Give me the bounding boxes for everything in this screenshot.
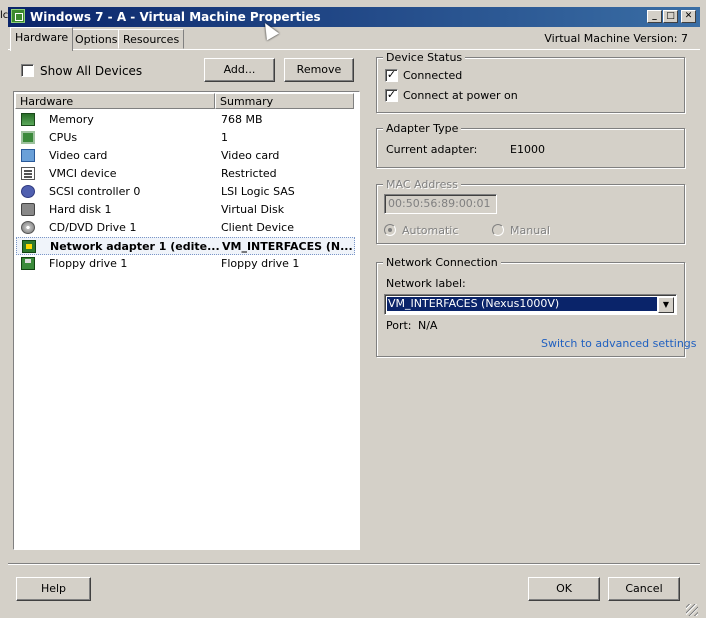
port-label: Port: [386, 319, 412, 332]
row-name: Memory [49, 113, 94, 126]
monitor-icon [21, 149, 35, 162]
current-adapter-label: Current adapter: [386, 143, 478, 156]
switch-to-advanced-settings-link[interactable]: Switch to advanced settings [541, 337, 697, 350]
row-summary: 768 MB [221, 113, 263, 126]
row-summary: Floppy drive 1 [221, 257, 300, 270]
maximize-button[interactable]: □ [663, 10, 678, 23]
connected-label: Connected [403, 69, 463, 82]
row-summary: Client Device [221, 221, 294, 234]
hardware-list[interactable]: Hardware Summary Memory 768 MB CPUs 1 Vi… [13, 91, 360, 550]
row-summary: Video card [221, 149, 280, 162]
row-name: Video card [49, 149, 108, 162]
column-header-summary[interactable]: Summary [215, 93, 354, 109]
row-summary: 1 [221, 131, 228, 144]
add-device-button[interactable]: Add... [204, 58, 275, 82]
cpu-icon [21, 131, 35, 144]
row-name: Hard disk 1 [49, 203, 112, 216]
tab-options[interactable]: Options [70, 29, 123, 49]
vmci-icon [21, 167, 35, 180]
column-header-hardware[interactable]: Hardware [15, 93, 215, 109]
connect-at-power-on-label: Connect at power on [403, 89, 518, 102]
port-value: N/A [418, 319, 438, 332]
hardware-row-video-card[interactable]: Video card Video card [16, 147, 355, 165]
hardware-row-cpus[interactable]: CPUs 1 [16, 129, 355, 147]
tab-divider [8, 49, 700, 50]
hardware-row-network-adapter[interactable]: Network adapter 1 (edite... VM_INTERFACE… [16, 237, 355, 255]
network-adapter-icon [22, 240, 36, 253]
title-bar[interactable]: Windows 7 - A - Virtual Machine Properti… [8, 7, 700, 27]
vm-app-icon [11, 9, 25, 23]
row-name: VMCI device [49, 167, 117, 180]
vm-version-label: Virtual Machine Version: 7 [544, 32, 688, 45]
row-summary: Virtual Disk [221, 203, 285, 216]
background-window-edge: lc [0, 10, 9, 21]
footer-separator [8, 563, 700, 565]
hardware-row-floppy[interactable]: Floppy drive 1 Floppy drive 1 [16, 255, 355, 273]
hardware-row-vmci[interactable]: VMCI device Restricted [16, 165, 355, 183]
row-summary: LSI Logic SAS [221, 185, 295, 198]
device-status-title: Device Status [383, 51, 466, 64]
mac-automatic-radio[interactable] [384, 224, 396, 236]
floppy-icon [21, 257, 35, 270]
show-all-devices-checkbox[interactable] [21, 64, 34, 77]
mac-address-title: MAC Address [383, 178, 461, 191]
chevron-down-icon[interactable]: ▼ [658, 297, 674, 313]
adapter-type-title: Adapter Type [383, 122, 462, 135]
remove-device-button[interactable]: Remove [284, 58, 354, 82]
row-name: CPUs [49, 131, 78, 144]
device-status-group [376, 57, 685, 113]
close-button[interactable]: ✕ [681, 10, 696, 23]
help-button[interactable]: Help [16, 577, 91, 601]
mac-automatic-label: Automatic [402, 224, 459, 237]
row-summary: Restricted [221, 167, 277, 180]
network-label-caption: Network label: [386, 277, 466, 290]
hardware-row-scsi[interactable]: SCSI controller 0 LSI Logic SAS [16, 183, 355, 201]
mac-manual-radio[interactable] [492, 224, 504, 236]
mac-manual-label: Manual [510, 224, 550, 237]
network-connection-title: Network Connection [383, 256, 501, 269]
network-label-selected: VM_INTERFACES (Nexus1000V) [386, 296, 658, 312]
row-name: SCSI controller 0 [49, 185, 141, 198]
current-adapter-value: E1000 [510, 143, 545, 156]
tab-hardware[interactable]: Hardware [10, 27, 74, 51]
memory-icon [21, 113, 35, 126]
background-window-strip [0, 618, 706, 628]
minimize-button[interactable]: _ [647, 10, 662, 23]
row-summary: VM_INTERFACES (N... [222, 240, 353, 253]
hard-disk-icon [21, 203, 35, 216]
cancel-button[interactable]: Cancel [608, 577, 680, 601]
row-name: CD/DVD Drive 1 [49, 221, 137, 234]
show-all-devices-label: Show All Devices [40, 64, 143, 78]
row-name: Network adapter 1 (edite... [50, 240, 220, 253]
mac-address-input[interactable]: 00:50:56:89:00:01 [384, 194, 497, 214]
hardware-row-cd-dvd[interactable]: CD/DVD Drive 1 Client Device [16, 219, 355, 237]
window-title: Windows 7 - A - Virtual Machine Properti… [30, 10, 321, 24]
scsi-icon [21, 185, 35, 198]
network-label-dropdown[interactable]: VM_INTERFACES (Nexus1000V) ▼ [384, 294, 677, 315]
tab-resources[interactable]: Resources [118, 29, 185, 49]
hardware-row-hard-disk[interactable]: Hard disk 1 Virtual Disk [16, 201, 355, 219]
ok-button[interactable]: OK [528, 577, 600, 601]
cd-icon [21, 221, 35, 234]
connected-checkbox[interactable]: ✓ [385, 69, 398, 82]
row-name: Floppy drive 1 [49, 257, 128, 270]
hardware-row-memory[interactable]: Memory 768 MB [16, 111, 355, 129]
connect-at-power-on-checkbox[interactable]: ✓ [385, 89, 398, 102]
resize-grip-icon[interactable] [686, 604, 698, 616]
